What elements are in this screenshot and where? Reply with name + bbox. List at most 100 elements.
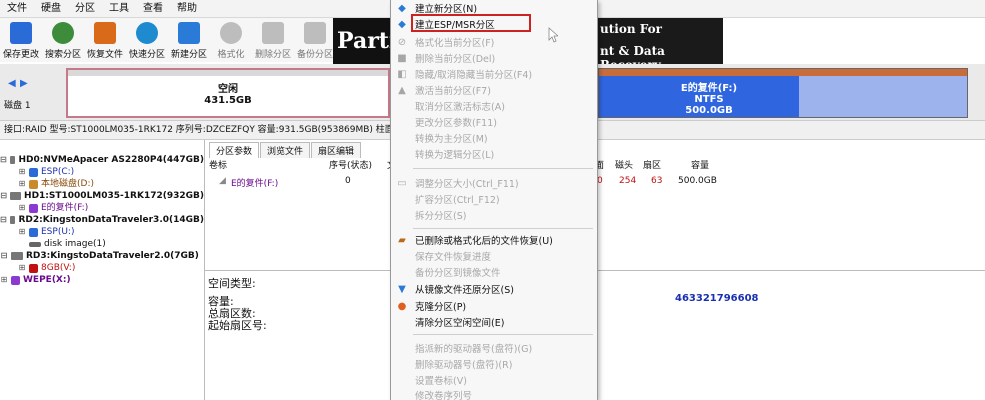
- collapse-icon[interactable]: ⊟: [0, 190, 7, 202]
- tree-part-local-d[interactable]: ⊞ 本地磁盘(D:): [0, 178, 204, 190]
- tab-partition-params[interactable]: 分区参数: [209, 142, 260, 158]
- menu-view[interactable]: 查看: [136, 0, 170, 18]
- tree-part-esp-u[interactable]: ⊞ ESP(U:): [0, 226, 204, 238]
- search-partition-button[interactable]: 搜索分区: [42, 18, 84, 62]
- recover-icon: ▰: [398, 234, 406, 246]
- blank-icon: [395, 315, 409, 329]
- menu-item-assign-drive-letter[interactable]: 指派新的驱动器号(盘符)(G): [391, 340, 599, 356]
- tree-disk-hd1[interactable]: ⊟ HD1:ST1000LM035-1RK172(932GB): [0, 190, 204, 202]
- blank-icon: [395, 373, 409, 387]
- menu-item-label: 激活当前分区(F7): [415, 86, 491, 97]
- blank-icon: [395, 208, 409, 222]
- backup-partition-icon: [304, 22, 326, 44]
- col-seq-status[interactable]: 序号(状态): [329, 158, 372, 171]
- tree-part-label: WEPE(X:): [23, 275, 71, 285]
- menu-item-set-volume-label[interactable]: 设置卷标(V): [391, 372, 599, 388]
- tree-part-esp-c[interactable]: ⊞ ESP(C:): [0, 166, 204, 178]
- menu-item-extend[interactable]: 扩容分区(Ctrl_F12): [391, 191, 599, 207]
- save-changes-button[interactable]: 保存更改: [0, 18, 42, 62]
- col-label[interactable]: 卷标: [209, 158, 227, 171]
- expand-icon[interactable]: ⊞: [18, 178, 26, 190]
- menu-item-label: 隐藏/取消隐藏当前分区(F4): [415, 70, 533, 81]
- menu-item-wipe-free-space[interactable]: 清除分区空闲空间(E): [391, 314, 599, 330]
- tree-part-disk-image[interactable]: disk image(1): [0, 238, 204, 250]
- esp-msr-icon: ◆: [398, 18, 406, 30]
- format-button[interactable]: 格式化: [210, 18, 252, 62]
- menu-partition[interactable]: 分区: [68, 0, 102, 18]
- menu-item-recover-files[interactable]: ▰ 已删除或格式化后的文件恢复(U): [391, 232, 599, 248]
- tab-browse-files[interactable]: 浏览文件: [260, 142, 311, 158]
- format-icon: [220, 22, 242, 44]
- collapse-icon[interactable]: ⊟: [0, 250, 8, 262]
- tree-disk-label: HD0:NVMeApacer AS2280P4(447GB): [18, 155, 204, 165]
- menu-item-label: 扩容分区(Ctrl_F12): [415, 195, 500, 206]
- menu-item-backup-to-image[interactable]: 备份分区到镜像文件: [391, 264, 599, 280]
- hide-icon: ◧: [397, 68, 407, 80]
- capacity-bytes-value: 463321796608: [675, 293, 759, 304]
- tree-disk-hd0[interactable]: ⊟ HD0:NVMeApacer AS2280P4(447GB): [0, 154, 204, 166]
- menu-separator: [413, 168, 593, 169]
- next-disk-arrow-icon[interactable]: ▶: [20, 78, 28, 89]
- tree-part-e-copy-f[interactable]: ⊞ E的复件(F:): [0, 202, 204, 214]
- menu-item-save-recovery-progress[interactable]: 保存文件恢复进度: [391, 248, 599, 264]
- menu-help[interactable]: 帮助: [170, 0, 204, 18]
- menu-item-change-volume-serial[interactable]: 修改卷序列号: [391, 387, 599, 400]
- partition-row-sector: 63: [651, 176, 663, 186]
- menu-item-restore-from-image[interactable]: ▼ 从镜像文件还原分区(S): [391, 281, 599, 297]
- expand-icon[interactable]: ⊞: [18, 262, 26, 274]
- tree-part-label: ESP(U:): [41, 227, 75, 237]
- menu-item-resize[interactable]: ▭ 调整分区大小(Ctrl_F11): [391, 175, 599, 191]
- blank-icon: [395, 341, 409, 355]
- usb-drive-icon: [9, 216, 16, 224]
- free-space-stripe: [68, 70, 388, 76]
- menu-file[interactable]: 文件: [0, 0, 34, 18]
- tree-part-8gb-v[interactable]: ⊞ 8GB(V:): [0, 262, 204, 274]
- new-partition-button[interactable]: 新建分区: [168, 18, 210, 62]
- menu-item-remove-drive-letter[interactable]: 删除驱动器号(盘符)(R): [391, 356, 599, 372]
- tree-part-label: 本地磁盘(D:): [41, 179, 94, 189]
- tree-disk-rd3[interactable]: ⊟ RD3:KingstoDataTraveler2.0(7GB): [0, 250, 204, 262]
- menu-separator: [413, 228, 593, 229]
- menu-item-hide[interactable]: ◧ 隐藏/取消隐藏当前分区(F4): [391, 66, 599, 82]
- partition-icon: [29, 227, 38, 237]
- ntfs-partition-fs: NTFS: [694, 94, 724, 105]
- quick-partition-label: 快速分区: [128, 50, 165, 60]
- tab-sector-edit[interactable]: 扇区编辑: [311, 142, 362, 158]
- menu-item-convert-primary[interactable]: 转换为主分区(M): [391, 130, 599, 146]
- menu-item-change-params[interactable]: 更改分区参数(F11): [391, 114, 599, 130]
- menu-tools[interactable]: 工具: [102, 0, 136, 18]
- collapse-icon[interactable]: ⊟: [0, 214, 7, 226]
- col-head[interactable]: 磁头: [615, 158, 633, 171]
- menu-item-label: 更改分区参数(F11): [415, 118, 497, 129]
- expand-icon[interactable]: ⊞: [18, 202, 26, 214]
- tree-disk-rd2[interactable]: ⊟ RD2:KingstonDataTraveler3.0(14GB): [0, 214, 204, 226]
- menu-item-label: 指派新的驱动器号(盘符)(G): [415, 344, 533, 355]
- menu-item-activate[interactable]: ▲ 激活当前分区(F7): [391, 82, 599, 98]
- menu-item-clear-active-flag[interactable]: 取消分区激活标志(A): [391, 98, 599, 114]
- prev-disk-arrow-icon[interactable]: ◀: [8, 78, 16, 89]
- expand-icon[interactable]: ⊞: [0, 274, 8, 286]
- space-type-label: 空间类型:: [208, 277, 256, 290]
- menu-item-label: 拆分分区(S): [415, 211, 467, 222]
- menu-item-split[interactable]: 拆分分区(S): [391, 207, 599, 223]
- partition-row-label: E的复件(F:): [231, 179, 279, 189]
- delete-partition-button[interactable]: 删除分区: [252, 18, 294, 62]
- free-space-block[interactable]: 空闲 431.5GB: [66, 68, 390, 118]
- menu-item-delete[interactable]: ■ 删除当前分区(Del): [391, 50, 599, 66]
- menu-item-convert-logical[interactable]: 转换为逻辑分区(L): [391, 146, 599, 162]
- menu-disk[interactable]: 硬盘: [34, 0, 68, 18]
- quick-partition-button[interactable]: 快速分区: [126, 18, 168, 62]
- collapse-icon[interactable]: ⊟: [0, 154, 7, 166]
- col-capacity[interactable]: 容量: [691, 158, 709, 171]
- disk-tree: ⊟ HD0:NVMeApacer AS2280P4(447GB) ⊞ ESP(C…: [0, 140, 205, 400]
- menu-item-clone-partition[interactable]: ● 克隆分区(P): [391, 298, 599, 314]
- format-label: 格式化: [217, 50, 245, 60]
- expand-icon[interactable]: ⊞: [18, 166, 26, 178]
- menu-item-format[interactable]: ⊘ 格式化当前分区(F): [391, 34, 599, 50]
- recover-file-button[interactable]: 恢复文件: [84, 18, 126, 62]
- col-sector[interactable]: 扇区: [643, 158, 661, 171]
- ntfs-partition-block[interactable]: E的复件(F:) NTFS 500.0GB: [598, 68, 968, 118]
- backup-partition-button[interactable]: 备份分区: [294, 18, 336, 62]
- tree-disk-wepe-x[interactable]: ⊞ WEPE(X:): [0, 274, 204, 286]
- expand-icon[interactable]: ⊞: [18, 226, 26, 238]
